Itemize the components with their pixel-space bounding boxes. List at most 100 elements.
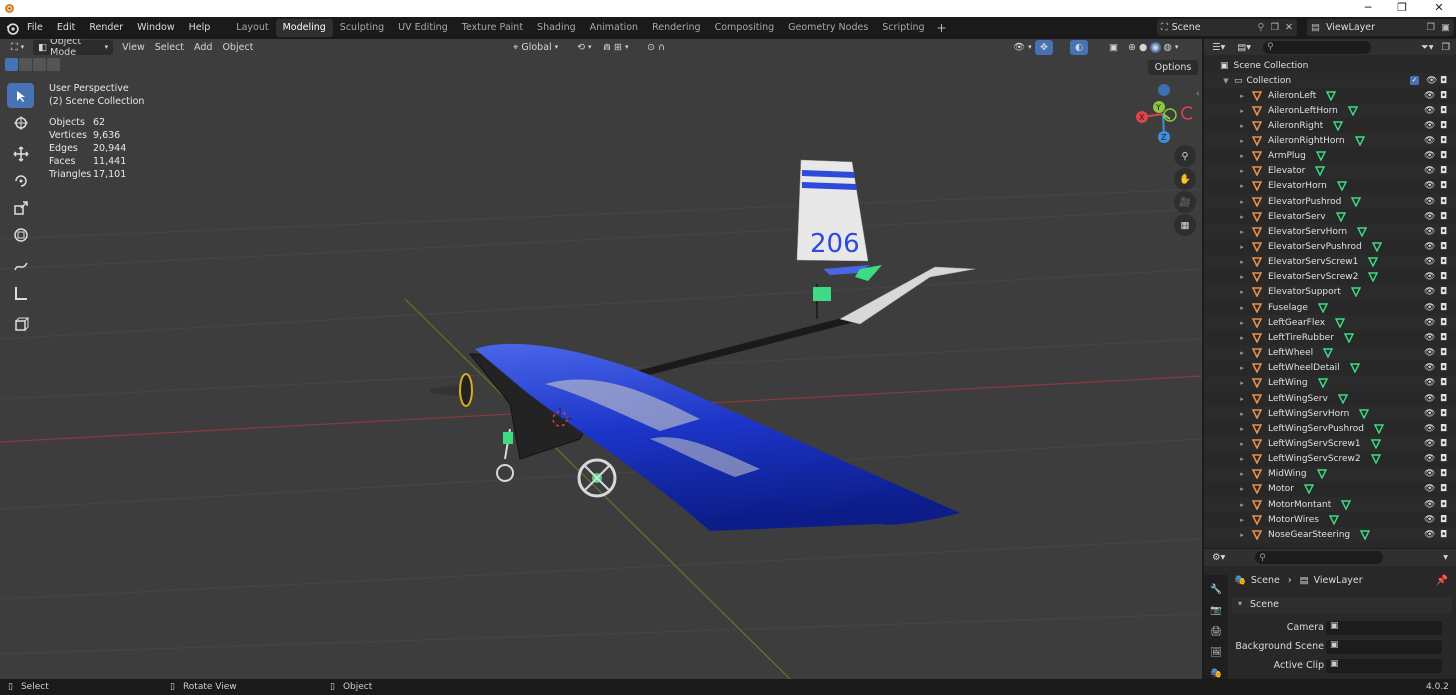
mesh-data-icon[interactable] <box>1368 272 1379 283</box>
tab-compositing[interactable]: Compositing <box>708 19 782 37</box>
render-camera-icon[interactable]: ◘ <box>1440 409 1447 419</box>
eye-icon[interactable]: 👁 <box>1424 197 1435 207</box>
mesh-data-icon[interactable] <box>1335 318 1346 328</box>
ortho-toggle-button[interactable]: ▦ <box>1174 214 1196 236</box>
eye-icon[interactable]: 👁 <box>1424 303 1435 313</box>
editor-type-icon[interactable]: ☰▾ <box>1212 42 1225 53</box>
outliner-item[interactable]: ▸ LeftWingServ 👁 ◘ <box>1204 391 1456 406</box>
expand-chevron-icon[interactable]: ▸ <box>1238 334 1246 342</box>
expand-chevron-icon[interactable]: ▸ <box>1238 319 1246 327</box>
render-camera-icon[interactable]: ◘ <box>1440 394 1447 404</box>
outliner-item[interactable]: ▸ MotorMontant 👁 ◘ <box>1204 497 1456 513</box>
eye-icon[interactable]: 👁 <box>1424 439 1435 449</box>
mesh-data-icon[interactable] <box>1351 196 1362 207</box>
render-camera-icon[interactable]: ◘ <box>1440 500 1447 510</box>
render-tab-icon[interactable]: 📷 <box>1210 600 1228 621</box>
visibility-selector[interactable]: 👁 ▾ <box>1008 40 1037 55</box>
shading-modes[interactable]: ⊕ ● ◉ ◍ ▾ <box>1123 40 1183 55</box>
expand-chevron-icon[interactable]: ▸ <box>1238 395 1246 403</box>
eye-icon[interactable]: 👁 <box>1424 151 1435 161</box>
tab-layout[interactable]: Layout <box>229 19 275 37</box>
transform-orientation-selector[interactable]: ⌖ Global ▾ <box>508 40 563 55</box>
tab-rendering[interactable]: Rendering <box>645 19 708 37</box>
field-input[interactable]: ▣ <box>1326 621 1442 635</box>
outliner-item[interactable]: ▸ AileronLeft 👁 ◘ <box>1204 88 1456 103</box>
mesh-data-icon[interactable] <box>1371 242 1382 252</box>
render-camera-icon[interactable]: ◘ <box>1440 348 1447 358</box>
tool-tab-icon[interactable]: 🔧 <box>1210 579 1228 600</box>
neg-z-handle[interactable] <box>1158 84 1170 96</box>
outliner-item[interactable]: ▸ LeftGearFlex 👁 ◘ <box>1204 315 1456 331</box>
expand-chevron-icon[interactable]: ▸ <box>1238 379 1246 387</box>
viewport-menu-add[interactable]: Add <box>189 40 217 55</box>
mesh-data-icon[interactable] <box>1360 530 1371 540</box>
remove-view-layer-icon[interactable]: ▣ <box>1441 22 1450 33</box>
mesh-data-icon[interactable] <box>1370 439 1381 449</box>
add-cube-tool[interactable] <box>7 311 34 336</box>
eye-icon[interactable]: 👁 <box>1424 424 1435 434</box>
close-button[interactable]: ✕ <box>1424 0 1454 17</box>
tab-texture-paint[interactable]: Texture Paint <box>455 19 530 37</box>
mesh-data-icon[interactable] <box>1328 514 1339 525</box>
outliner-item[interactable]: ▸ LeftWheel 👁 ◘ <box>1204 345 1456 361</box>
eye-icon[interactable]: 👁 <box>1424 394 1435 404</box>
render-camera-icon[interactable]: ◘ <box>1440 91 1447 101</box>
outliner-item[interactable]: ▸ ElevatorPushrod 👁 ◘ <box>1204 194 1456 210</box>
new-scene-icon[interactable]: ❐ <box>1271 22 1280 33</box>
restore-button[interactable]: ❐ <box>1387 0 1417 17</box>
eye-icon[interactable]: 👁 <box>1424 333 1435 343</box>
render-camera-icon[interactable]: ◘ <box>1440 303 1447 313</box>
blender-menu-icon[interactable] <box>6 22 19 35</box>
viewport-menu-object[interactable]: Object <box>217 40 258 55</box>
expand-chevron-icon[interactable]: ▸ <box>1238 258 1246 266</box>
wireframe-shading-icon[interactable]: ⊕ <box>1128 42 1136 53</box>
mesh-data-icon[interactable] <box>1347 105 1358 116</box>
scene-collection-row[interactable]: ▣ Scene Collection <box>1204 58 1456 73</box>
render-camera-icon[interactable]: ◘ <box>1440 469 1447 479</box>
eye-icon[interactable]: 👁 <box>1424 121 1435 131</box>
expand-chevron-icon[interactable]: ▸ <box>1238 425 1246 433</box>
checkbox-icon[interactable]: ✓ <box>1410 76 1419 85</box>
outliner-item[interactable]: ▸ Fuselage 👁 ◘ <box>1204 300 1456 315</box>
outliner-item[interactable]: ▸ LeftWheelDetail 👁 ◘ <box>1204 361 1456 376</box>
viewport-menu-view[interactable]: View <box>117 40 150 55</box>
mesh-data-icon[interactable] <box>1317 378 1328 389</box>
eye-icon[interactable]: 👁 <box>1424 257 1435 267</box>
outliner-item[interactable]: ▸ ElevatorServScrew2 👁 ◘ <box>1204 270 1456 285</box>
remove-scene-icon[interactable]: ✕ <box>1285 22 1293 33</box>
mesh-data-icon[interactable] <box>1315 166 1326 177</box>
mesh-data-icon[interactable] <box>1337 393 1348 404</box>
expand-chevron-icon[interactable]: ▼ <box>1222 77 1230 85</box>
outliner-item[interactable]: ▸ LeftWingServScrew2 👁 ◘ <box>1204 452 1456 467</box>
menu-edit[interactable]: Edit <box>50 17 82 39</box>
expand-chevron-icon[interactable]: ▸ <box>1238 167 1246 175</box>
eye-icon[interactable]: 👁 <box>1424 454 1435 464</box>
expand-chevron-icon[interactable]: ▸ <box>1238 273 1246 281</box>
outliner-item[interactable]: ▸ Motor 👁 ◘ <box>1204 482 1456 497</box>
render-camera-icon[interactable]: ◘ <box>1440 257 1447 267</box>
mesh-data-icon[interactable] <box>1336 181 1347 192</box>
cursor-tool[interactable] <box>7 110 34 135</box>
eye-icon[interactable]: 👁 <box>1424 378 1435 388</box>
outliner-item[interactable]: ▸ ElevatorServHorn 👁 ◘ <box>1204 224 1456 240</box>
pivot-point-selector[interactable]: ⟲ ▾ <box>572 40 596 55</box>
navigation-gizmo[interactable]: X Y Z <box>1130 81 1192 143</box>
render-camera-icon[interactable]: ◘ <box>1440 363 1447 373</box>
tab-scripting[interactable]: Scripting <box>875 19 931 37</box>
mesh-data-icon[interactable] <box>1323 348 1334 359</box>
outliner-item[interactable]: ▸ Elevator 👁 ◘ <box>1204 163 1456 179</box>
outliner-item[interactable]: ▸ AileronLeftHorn 👁 ◘ <box>1204 103 1456 119</box>
mesh-data-icon[interactable] <box>1335 211 1346 222</box>
mesh-data-icon[interactable] <box>1373 424 1384 434</box>
eye-icon[interactable]: 👁 <box>1424 287 1435 297</box>
expand-chevron-icon[interactable]: ▸ <box>1238 152 1246 160</box>
display-mode-icon[interactable]: ▤▾ <box>1237 42 1251 53</box>
outliner-item[interactable]: ▸ ElevatorSupport 👁 ◘ <box>1204 284 1456 300</box>
render-camera-icon[interactable]: ◘ <box>1440 121 1447 131</box>
eye-icon[interactable]: 👁 <box>1424 318 1435 328</box>
eye-icon[interactable]: 👁 <box>1426 76 1437 86</box>
menu-file[interactable]: File <box>20 17 50 39</box>
mesh-data-icon[interactable] <box>1333 121 1344 131</box>
tab-animation[interactable]: Animation <box>583 19 645 37</box>
outliner-item[interactable]: ▸ NoseGearSteering 👁 ◘ <box>1204 527 1456 543</box>
